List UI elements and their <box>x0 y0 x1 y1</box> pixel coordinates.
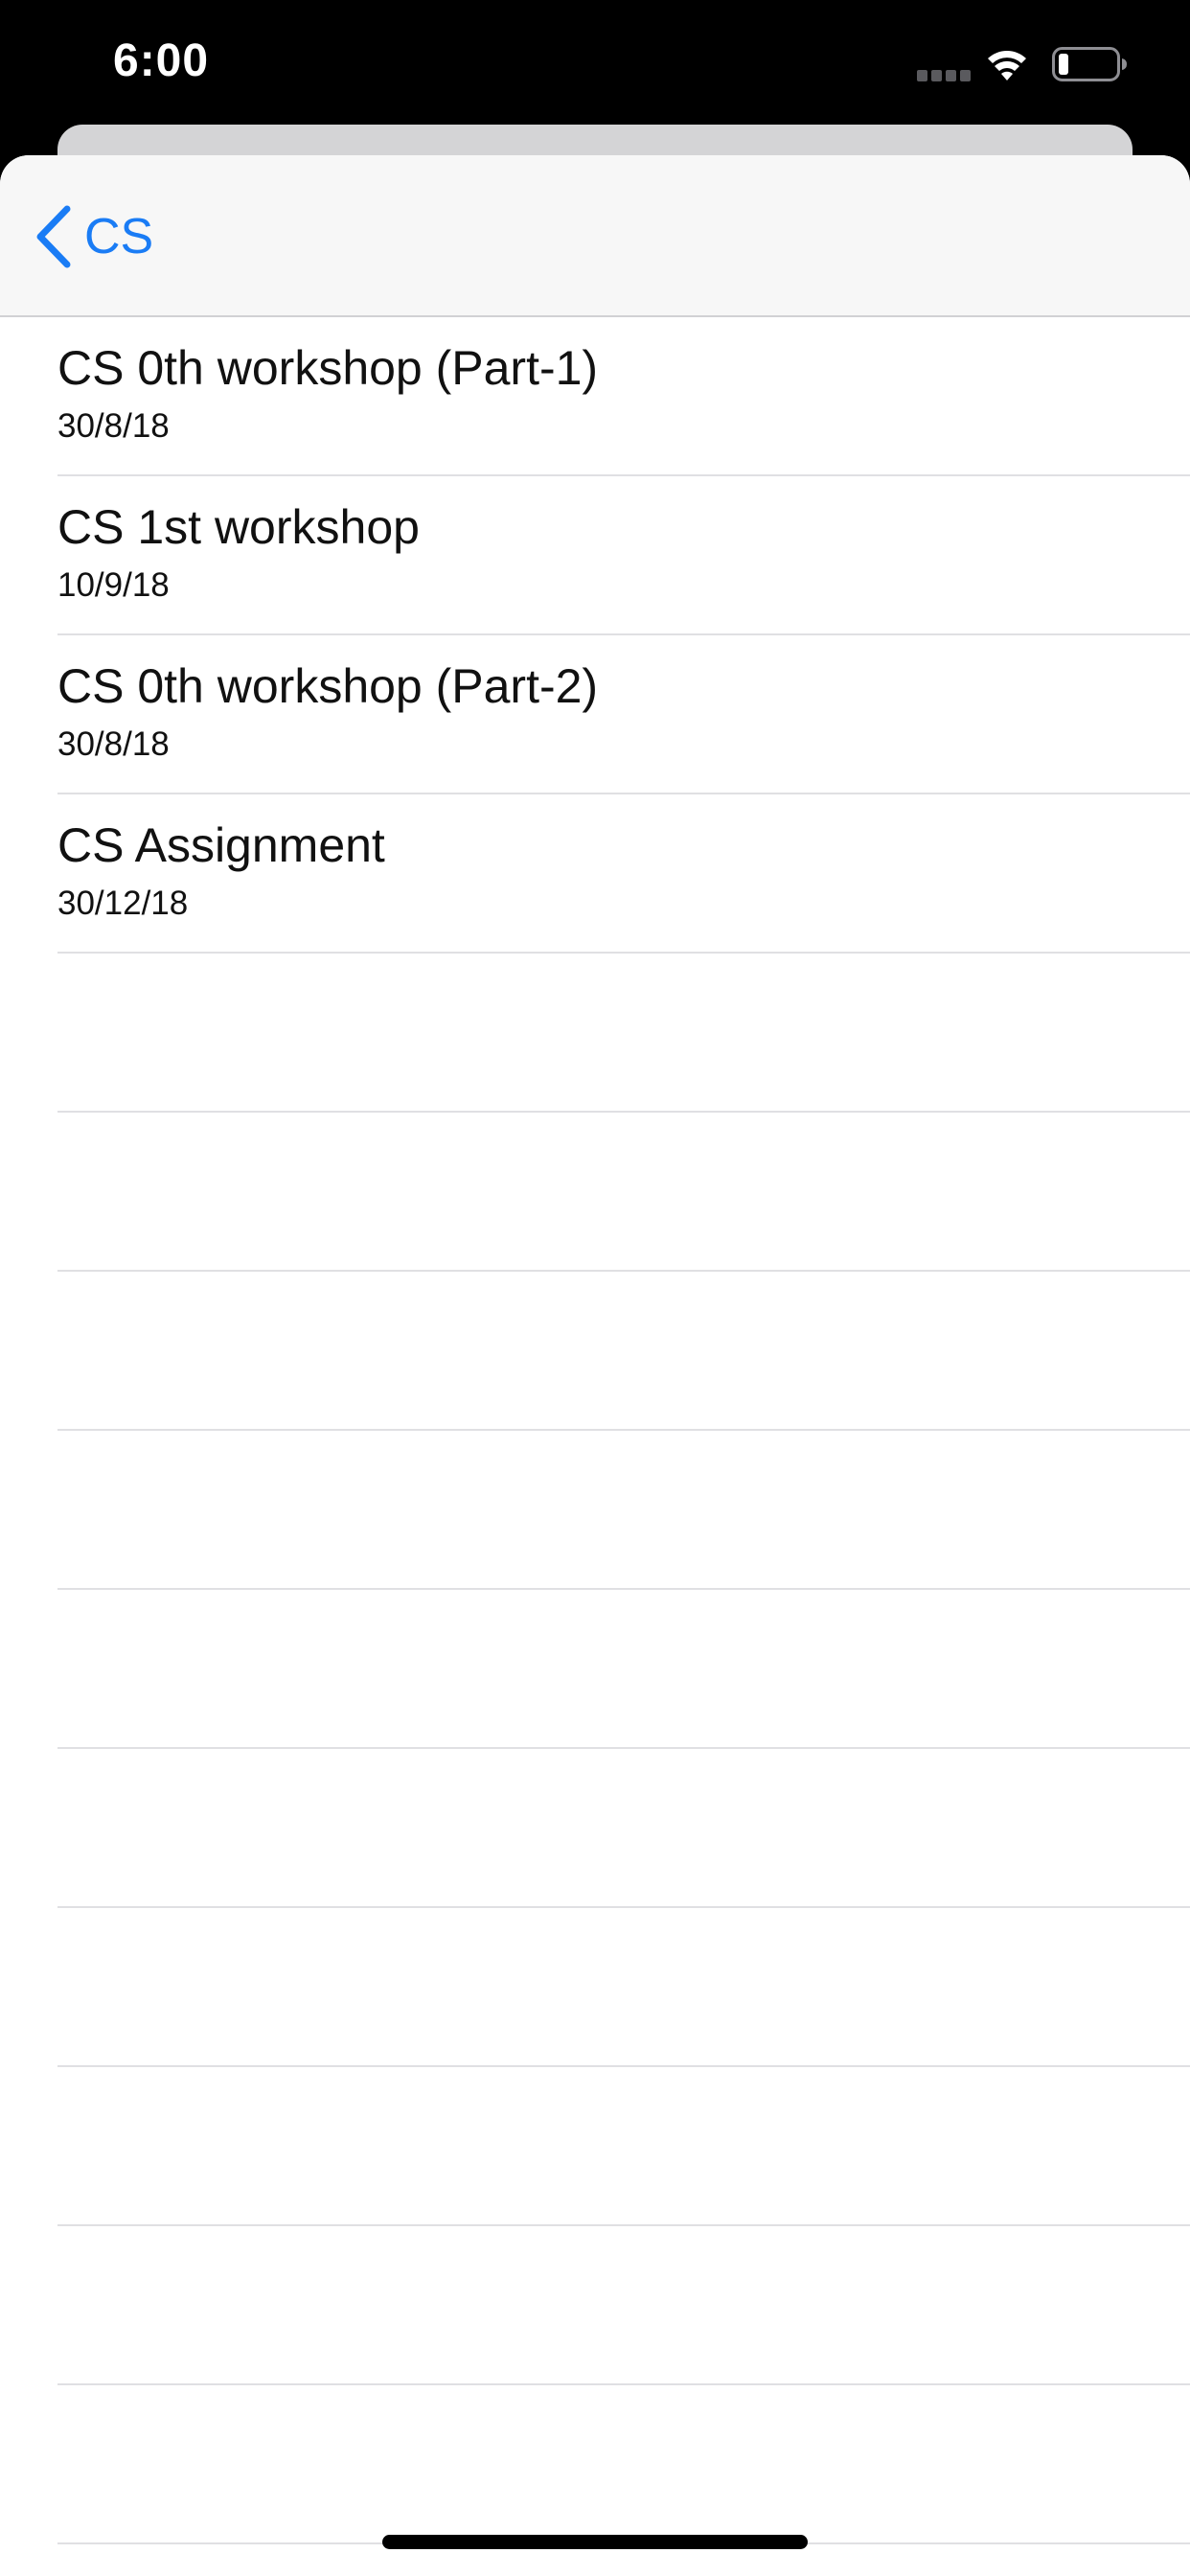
empty-row <box>57 1431 1190 1590</box>
list-item[interactable]: CS 0th workshop (Part-2) 30/8/18 <box>57 635 1190 794</box>
item-title: CS Assignment <box>57 818 385 872</box>
item-date: 10/9/18 <box>57 566 170 604</box>
item-title: CS 0th workshop (Part-2) <box>57 659 599 713</box>
item-title: CS 1st workshop <box>57 500 420 554</box>
modal-sheet: CS CS 0th workshop (Part-1) 30/8/18 CS 1… <box>0 155 1190 2576</box>
back-button[interactable]: CS <box>34 203 153 270</box>
item-title: CS 0th workshop (Part-1) <box>57 341 599 395</box>
signal-dots-icon <box>917 70 971 81</box>
item-date: 30/8/18 <box>57 725 170 763</box>
status-time: 6:00 <box>113 35 210 86</box>
empty-row <box>57 954 1190 1113</box>
navigation-bar: CS <box>0 155 1190 317</box>
item-date: 30/8/18 <box>57 407 170 445</box>
empty-row <box>57 2226 1190 2385</box>
empty-row <box>57 1908 1190 2067</box>
empty-row <box>57 2385 1190 2544</box>
list-item[interactable]: CS Assignment 30/12/18 <box>57 794 1190 954</box>
list-item[interactable]: CS 0th workshop (Part-1) 30/8/18 <box>57 317 1190 476</box>
battery-icon <box>1052 47 1127 81</box>
empty-row <box>57 1113 1190 1272</box>
empty-row <box>57 1749 1190 1908</box>
chevron-left-icon <box>36 205 71 268</box>
empty-row <box>57 1590 1190 1749</box>
wifi-icon <box>988 51 1026 80</box>
back-label: CS <box>84 209 154 264</box>
item-date: 30/12/18 <box>57 885 189 922</box>
status-bar: 6:00 <box>0 0 1190 134</box>
item-list: CS 0th workshop (Part-1) 30/8/18 CS 1st … <box>0 317 1190 2544</box>
empty-row <box>57 2067 1190 2226</box>
home-indicator[interactable] <box>382 2535 808 2549</box>
list-item[interactable]: CS 1st workshop 10/9/18 <box>57 476 1190 635</box>
empty-row <box>57 1272 1190 1431</box>
